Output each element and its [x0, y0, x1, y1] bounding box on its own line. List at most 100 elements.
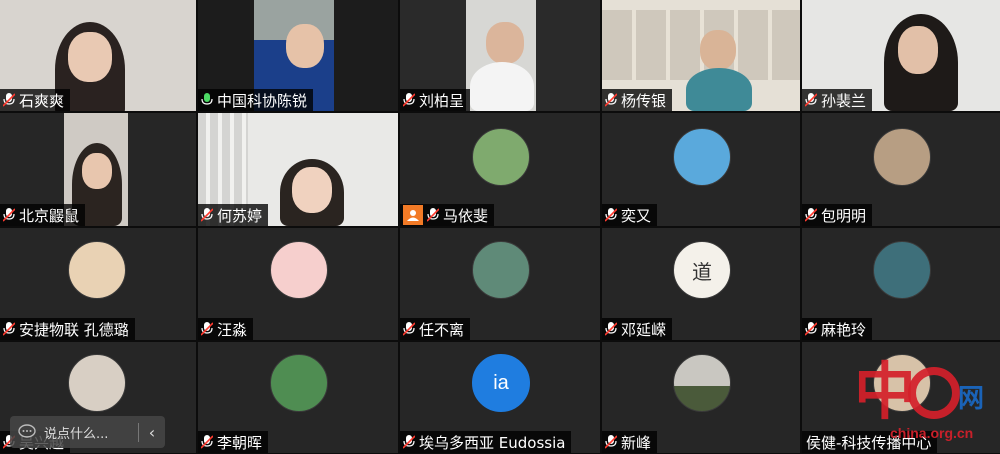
mic-muted-icon	[3, 322, 15, 336]
avatar-tile[interactable]: 麻艳玲	[802, 228, 1000, 340]
avatar	[270, 354, 328, 412]
mic-muted-icon	[3, 93, 15, 107]
china-net-watermark: 中 网 china.org.cn	[848, 345, 998, 450]
participant-label: 新峰	[602, 431, 658, 453]
participant-shirt	[686, 68, 752, 111]
participant-label: 北京鼹鼠	[0, 204, 86, 226]
participant-face	[286, 24, 324, 68]
mic-muted-icon	[201, 208, 213, 222]
collapse-chat-button[interactable]: ‹	[138, 422, 165, 442]
participant-label: 汪淼	[198, 318, 254, 340]
participant-name: 孙裴兰	[821, 91, 867, 110]
participant-label: 刘柏呈	[400, 89, 471, 111]
avatar-tile[interactable]: 奕又	[602, 113, 800, 226]
participant-name: 杨传银	[621, 91, 667, 110]
video-tile[interactable]: 北京鼹鼠	[0, 113, 196, 226]
avatar-tile[interactable]: 包明明	[802, 113, 1000, 226]
participant-name: 邓延嵘	[621, 320, 667, 339]
avatar	[472, 241, 530, 299]
participant-name: 汪淼	[217, 320, 248, 339]
participant-name: 马依斐	[443, 206, 489, 225]
avatar-tile[interactable]: 新峰	[602, 342, 800, 453]
avatar-tile[interactable]: 李朝晖	[198, 342, 398, 453]
avatar	[673, 128, 731, 186]
avatar-text: 道	[692, 259, 712, 284]
participant-name: 奕又	[621, 206, 652, 225]
mic-muted-icon	[403, 93, 415, 107]
avatar-tile[interactable]: 安捷物联 孔德璐	[0, 228, 196, 340]
participant-name: 麻艳玲	[821, 320, 867, 339]
svg-text:中: 中	[854, 355, 916, 428]
avatar	[472, 128, 530, 186]
avatar-tile[interactable]: 道 邓延嵘	[602, 228, 800, 340]
mic-muted-icon	[605, 322, 617, 336]
participant-face	[700, 30, 736, 70]
participant-name: 刘柏呈	[419, 91, 465, 110]
participant-label: 埃乌多西亚 Eudossia	[400, 431, 572, 453]
video-tile[interactable]: 杨传银	[602, 0, 800, 111]
participant-face	[898, 26, 938, 74]
participant-label: 马依斐	[400, 204, 495, 226]
mic-muted-icon	[805, 322, 817, 336]
video-tile[interactable]: 石爽爽	[0, 0, 196, 111]
participant-label: 杨传银	[602, 89, 673, 111]
participant-label: 安捷物联 孔德璐	[0, 318, 135, 340]
participant-face	[68, 32, 112, 82]
participant-name: 北京鼹鼠	[19, 206, 80, 225]
mic-muted-icon	[805, 208, 817, 222]
avatar	[270, 241, 328, 299]
video-tile[interactable]: 孙裴兰	[802, 0, 1000, 111]
participant-shirt	[470, 62, 534, 111]
svg-text:网: 网	[958, 384, 984, 414]
participant-label: 中国科协陈锐	[198, 89, 314, 111]
avatar: ia	[472, 354, 530, 412]
participant-label: 石爽爽	[0, 89, 71, 111]
watermark-url: china.org.cn	[890, 425, 974, 441]
mic-muted-icon	[605, 93, 617, 107]
participant-label: 李朝晖	[198, 431, 269, 453]
avatar	[673, 354, 731, 412]
chat-placeholder: 说点什么...	[44, 426, 109, 442]
participant-name: 任不离	[419, 320, 465, 339]
avatar-tile[interactable]: 汪淼	[198, 228, 398, 340]
participant-label: 麻艳玲	[802, 318, 873, 340]
participant-face	[82, 153, 112, 189]
participant-name: 中国科协陈锐	[217, 91, 308, 110]
participant-label: 何苏婷	[198, 204, 269, 226]
participant-label: 奕又	[602, 204, 658, 226]
host-badge-icon	[403, 205, 423, 225]
chat-input[interactable]: 说点什么... ‹	[10, 416, 165, 448]
avatar	[873, 128, 931, 186]
video-tile[interactable]: 何苏婷	[198, 113, 398, 226]
participant-label: 任不离	[400, 318, 471, 340]
mic-on-icon	[201, 93, 213, 105]
avatar-tile[interactable]: ia 埃乌多西亚 Eudossia	[400, 342, 600, 453]
mic-muted-icon	[805, 93, 817, 107]
participant-label: 邓延嵘	[602, 318, 673, 340]
video-tile[interactable]: 刘柏呈	[400, 0, 600, 111]
avatar	[68, 354, 126, 412]
participant-label: 包明明	[802, 204, 873, 226]
chat-bubble-icon	[18, 424, 36, 438]
avatar	[873, 241, 931, 299]
mic-muted-icon	[605, 208, 617, 222]
mic-muted-icon	[3, 208, 15, 222]
avatar-initials: ia	[493, 371, 509, 394]
avatar-tile[interactable]: 任不离	[400, 228, 600, 340]
participant-name: 新峰	[621, 433, 652, 452]
avatar-tile[interactable]: 马依斐	[400, 113, 600, 226]
mic-muted-icon	[403, 322, 415, 336]
mic-muted-icon	[427, 208, 439, 222]
participant-name: 李朝晖	[217, 433, 263, 452]
participant-face	[292, 167, 332, 213]
participant-name: 石爽爽	[19, 91, 65, 110]
participant-name: 埃乌多西亚 Eudossia	[419, 433, 566, 452]
mic-muted-icon	[605, 435, 617, 449]
participant-name: 包明明	[821, 206, 867, 225]
mic-muted-icon	[201, 435, 213, 449]
participant-label: 孙裴兰	[802, 89, 873, 111]
mic-muted-icon	[201, 322, 213, 336]
avatar: 道	[673, 241, 731, 299]
video-tile[interactable]: 中国科协陈锐	[198, 0, 398, 111]
participant-name: 何苏婷	[217, 206, 263, 225]
